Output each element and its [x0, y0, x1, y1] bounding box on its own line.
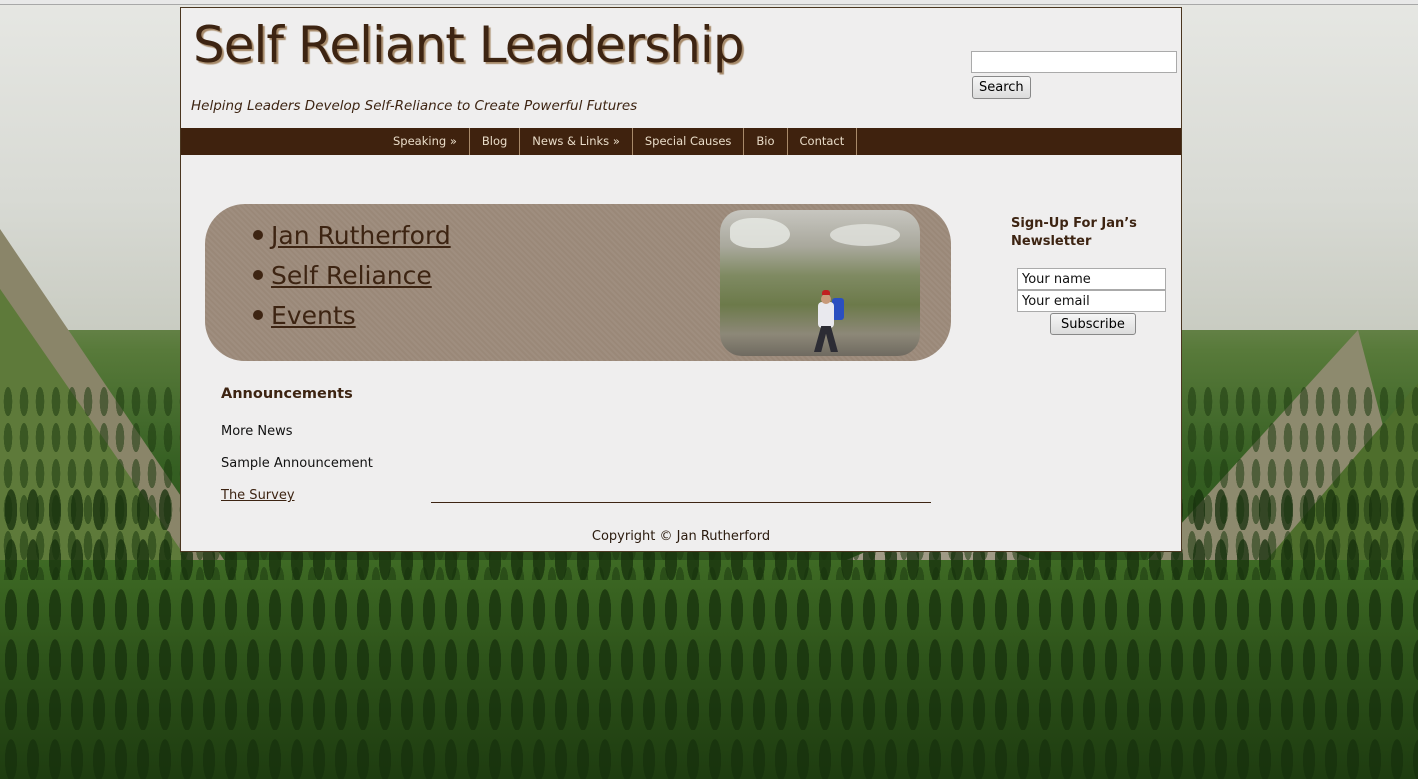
newsletter-name-field[interactable]	[1017, 268, 1166, 290]
site-tagline: Helping Leaders Develop Self-Reliance to…	[191, 98, 638, 114]
photo-snow-patch	[730, 218, 790, 248]
photo-hiker-cap	[822, 290, 830, 295]
nav-item-speaking[interactable]: Speaking »	[381, 128, 470, 155]
newsletter-email-field[interactable]	[1017, 290, 1166, 312]
search-input[interactable]	[971, 51, 1177, 73]
nav-item-contact[interactable]: Contact	[788, 128, 858, 155]
bullet-icon	[253, 310, 263, 320]
bullet-icon	[253, 270, 263, 280]
announcement-survey-link[interactable]: The Survey	[221, 488, 295, 503]
divider	[431, 502, 931, 503]
main-nav: Speaking » Blog News & Links » Special C…	[181, 128, 1181, 155]
photo-hiker	[818, 302, 834, 328]
feature-link-list: Jan Rutherford Self Reliance Events	[253, 216, 451, 336]
site-title[interactable]: Self Reliant Leadership	[193, 16, 745, 74]
announcements-heading: Announcements	[221, 386, 353, 402]
page-container: Self Reliant Leadership Helping Leaders …	[180, 7, 1182, 552]
feature-list-item: Jan Rutherford	[253, 216, 451, 256]
copyright: Copyright © Jan Rutherford	[591, 529, 771, 544]
feature-list-item: Events	[253, 296, 451, 336]
link-events[interactable]: Events	[271, 301, 356, 330]
nav-item-special-causes[interactable]: Special Causes	[633, 128, 745, 155]
browser-tab-strip	[0, 0, 1418, 5]
feature-list-item: Self Reliance	[253, 256, 451, 296]
photo-hiker-head	[821, 294, 831, 304]
link-jan-rutherford[interactable]: Jan Rutherford	[271, 221, 451, 250]
subscribe-button[interactable]: Subscribe	[1050, 313, 1136, 335]
nav-item-bio[interactable]: Bio	[744, 128, 788, 155]
search-button[interactable]: Search	[972, 76, 1031, 99]
nav-items: Speaking » Blog News & Links » Special C…	[381, 128, 858, 155]
photo-snow-patch	[830, 224, 900, 246]
hiker-photo	[720, 210, 920, 356]
photo-hiker-legs	[814, 326, 838, 352]
link-self-reliance[interactable]: Self Reliance	[271, 261, 432, 290]
nav-item-news-links[interactable]: News & Links »	[520, 128, 633, 155]
nav-item-blog[interactable]: Blog	[470, 128, 521, 155]
feature-panel: Jan Rutherford Self Reliance Events	[205, 204, 951, 361]
announcement-sample: Sample Announcement	[221, 456, 373, 471]
newsletter-heading: Sign-Up For Jan’s Newsletter	[1011, 216, 1137, 249]
bullet-icon	[253, 230, 263, 240]
announcement-more-news: More News	[221, 424, 293, 439]
